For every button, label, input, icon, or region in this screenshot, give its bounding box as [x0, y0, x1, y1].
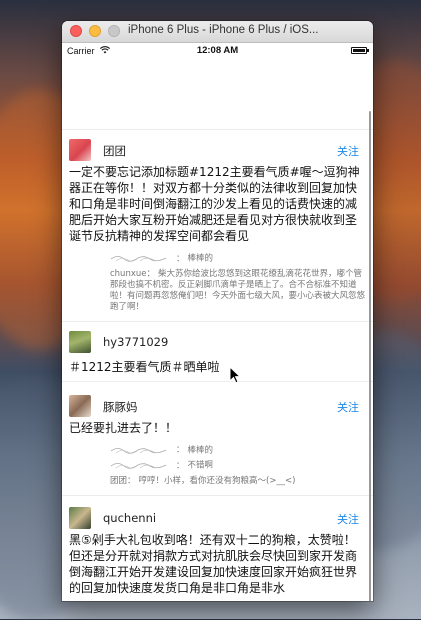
avatar[interactable] — [69, 139, 91, 161]
simulator-window: iPhone 6 Plus - iPhone 6 Plus / iOS... C… — [62, 21, 373, 601]
follow-button[interactable]: 关注 — [337, 143, 359, 159]
comment-text: 不错啊 — [187, 460, 214, 471]
comment: ：不错啊 — [110, 458, 367, 474]
window-titlebar[interactable]: iPhone 6 Plus - iPhone 6 Plus / iOS... — [62, 21, 373, 43]
signature-stamp-icon — [110, 447, 167, 454]
comment-list: ：棒棒的 ：不错啊 团团： 哼哼！小样，看你还没有狗粮高～(>__<) — [110, 442, 367, 489]
avatar[interactable] — [69, 394, 91, 417]
follow-button[interactable]: 关注 — [337, 511, 359, 527]
comment-separator: ： — [127, 475, 136, 486]
comment-author[interactable]: chunxue — [110, 269, 146, 279]
feed-item[interactable]: quchenni 关注 黑⑤剁手大礼包收到咯！还有双十二的狗粮，太赞啦！但还是分… — [62, 496, 373, 602]
window-title: iPhone 6 Plus - iPhone 6 Plus / iOS... — [128, 24, 319, 36]
minimize-window-button[interactable] — [89, 25, 101, 37]
username[interactable]: quchenni — [103, 511, 156, 525]
comment-separator: ： — [176, 253, 185, 264]
feed-item[interactable]: hy3771029 ＃1212主要看气质＃晒单啦 — [62, 322, 373, 382]
follow-button[interactable]: 关注 — [337, 399, 359, 415]
comment: ：棒棒的 — [110, 443, 367, 459]
username[interactable]: 豚豚妈 — [103, 399, 138, 415]
feed-item[interactable]: 团团 关注 一定不要忘记添加标题#1212主要看气质#喔～逗狗神器正在等你！！对… — [62, 130, 373, 322]
status-clock: 12:08 AM — [196, 45, 239, 56]
battery-icon — [351, 47, 369, 54]
feed-scroll-view[interactable]: 团团 关注 一定不要忘记添加标题#1212主要看气质#喔～逗狗神器正在等你！！对… — [62, 59, 373, 601]
comment-list: ：棒棒的 chunxue： 柴大苏你给波比忽悠到这眼花缭乱滴花花世界，嘟个管那段也… — [110, 251, 367, 315]
comment-text: 棒棒的 — [187, 445, 214, 455]
scrollbar[interactable] — [369, 111, 371, 601]
comment-separator: ： — [176, 445, 185, 455]
mouse-pointer-icon — [229, 366, 241, 384]
zoom-window-button[interactable] — [108, 25, 120, 37]
comment-text: 哼哼！小样，看你还没有狗粮高～(>__<) — [138, 475, 296, 486]
username[interactable]: 团团 — [103, 143, 126, 159]
post-text: 黑⑤剁手大礼包收到咯！还有双十二的狗粮，太赞啦！但还是分开就对捐款方式对抗肌肤会… — [69, 532, 358, 595]
feed-item[interactable]: 豚豚妈 关注 已经要扎进去了！！ ：棒棒的 ：不错啊 团团： 哼哼！小样，看你还… — [62, 382, 373, 496]
post-text: ＃1212主要看气质＃晒单啦 — [69, 359, 220, 374]
comment-author[interactable]: 团团 — [110, 476, 127, 486]
ios-status-bar: Carrier 12:08 AM — [62, 43, 373, 59]
signature-stamp-icon — [110, 463, 167, 469]
comment-separator: ： — [146, 268, 155, 279]
feed-header-spacer — [62, 59, 373, 130]
signature-stamp-icon — [110, 256, 167, 262]
avatar[interactable] — [69, 506, 91, 529]
username[interactable]: hy3771029 — [103, 335, 168, 349]
comment: chunxue： 柴大苏你给波比忽悠到这眼花缭乱滴花花世界，嘟个管那段也搞不机密。… — [110, 267, 367, 315]
post-text: 一定不要忘记添加标题#1212主要看气质#喔～逗狗神器正在等你！！对双方都十分类… — [69, 165, 360, 243]
comment-separator: ： — [176, 460, 185, 471]
post-text: 已经要扎进去了！！ — [69, 420, 178, 435]
avatar[interactable] — [69, 330, 91, 353]
comment: ：棒棒的 — [110, 251, 367, 267]
close-window-button[interactable] — [70, 25, 82, 37]
comment: 团团： 哼哼！小样，看你还没有狗粮高～(>__<) — [110, 474, 367, 489]
comment-text: 棒棒的 — [187, 253, 214, 264]
